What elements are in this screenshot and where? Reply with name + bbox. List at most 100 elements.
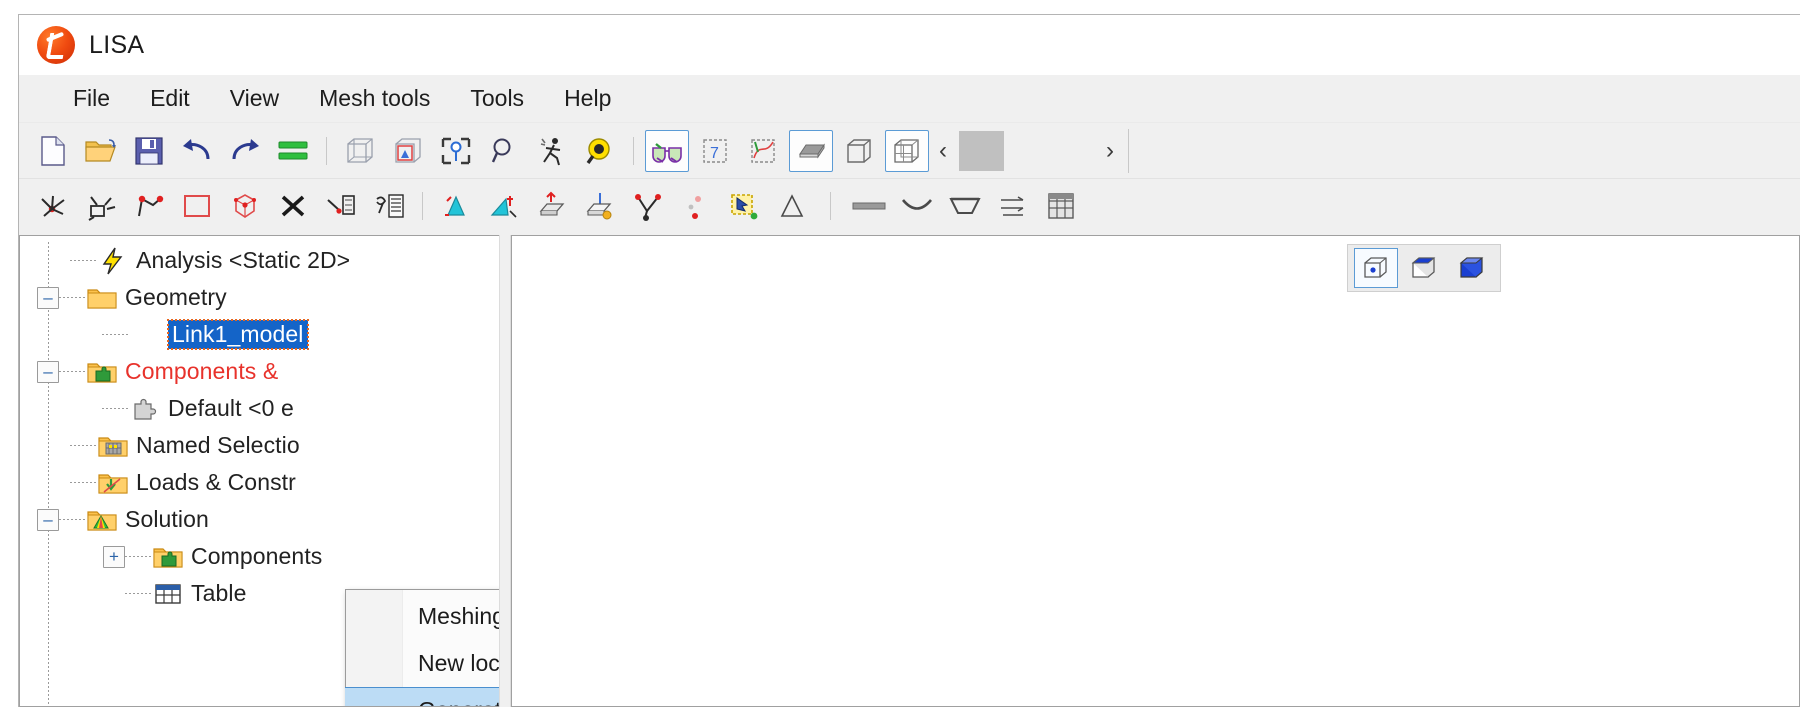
tree-context-menu[interactable]: Meshing parameters New local refinement … (345, 589, 499, 706)
extrude-icon[interactable] (319, 185, 363, 227)
tree-label-loads-constraints: Loads & Constr (136, 469, 296, 495)
model-tree: Analysis <Static 2D> – Geometry Link1_mo… (20, 236, 499, 706)
glasses-icon[interactable] (645, 129, 689, 172)
rect-points-icon[interactable] (79, 185, 123, 227)
cube-mesh-icon[interactable] (885, 129, 929, 172)
pressure-load-icon[interactable] (530, 185, 574, 227)
view-mode-toolbar (1347, 244, 1501, 292)
puzzle-icon (128, 395, 162, 423)
redo-arrow-icon[interactable] (223, 130, 267, 172)
constraint-triangle-icon[interactable] (434, 185, 478, 227)
tree-item-loads-constraints[interactable]: Loads & Constr (20, 464, 499, 501)
magnifier-icon[interactable] (482, 130, 526, 172)
geometry-item-icon (128, 321, 162, 349)
cube-red-face-icon[interactable] (386, 130, 430, 172)
model-tree-panel[interactable]: Analysis <Static 2D> – Geometry Link1_mo… (19, 235, 499, 707)
tree-item-geometry[interactable]: – Geometry (20, 279, 499, 316)
menu-tools[interactable]: Tools (450, 81, 544, 116)
menu-edit[interactable]: Edit (130, 81, 210, 116)
tree-expander-solution-components[interactable]: + (103, 545, 125, 568)
new-file-icon[interactable] (31, 130, 75, 172)
sketch-7-icon[interactable]: 7 (693, 130, 737, 172)
solid-plate-icon[interactable] (789, 129, 833, 172)
select-region-icon[interactable] (722, 185, 766, 227)
lisa-application-window: LISA File Edit View Mesh tools Tools Hel… (18, 14, 1800, 707)
dots-small-icon[interactable] (674, 185, 718, 227)
primary-toolbar: 7 ‹ › (19, 123, 1800, 178)
green-lines-icon[interactable] (271, 130, 315, 172)
toolbar-prev-button[interactable]: ‹ (933, 138, 953, 163)
toolbar-end-divider (1128, 128, 1129, 173)
menu-view[interactable]: View (210, 81, 299, 116)
toolbar-separator (326, 136, 327, 165)
lisa-logo-icon (37, 26, 75, 64)
tree-label-link1-model: Link1_model (167, 319, 309, 350)
toolbar-next-button[interactable]: › (1100, 138, 1120, 163)
rectangle-icon[interactable] (175, 185, 219, 227)
toolbar-scroll-thumb[interactable] (959, 130, 1004, 171)
context-menu-item-generate-mesh[interactable]: Generate mesh (345, 687, 499, 706)
view-shaded-icon[interactable] (1450, 248, 1494, 288)
table-grid-icon[interactable] (1039, 185, 1083, 227)
context-menu-label-meshing-parameters: Meshing parameters (418, 603, 499, 629)
tree-item-components-materials[interactable]: – Components & (20, 353, 499, 390)
tree-label-named-selections: Named Selectio (136, 432, 300, 458)
node-pick-icon[interactable] (434, 130, 478, 172)
tree-item-analysis[interactable]: Analysis <Static 2D> (20, 242, 499, 279)
tree-item-link1-model[interactable]: Link1_model (20, 316, 499, 353)
walking-figure-icon[interactable] (530, 130, 574, 172)
point-star-icon[interactable] (31, 185, 75, 227)
constraint-arrow-icon[interactable] (482, 185, 526, 227)
triangle-outline-icon[interactable] (770, 185, 814, 227)
menu-mesh-tools[interactable]: Mesh tools (299, 81, 450, 116)
app-title: LISA (89, 30, 145, 59)
tree-item-named-selections[interactable]: Named Selectio (20, 427, 499, 464)
shell-deep-icon[interactable] (943, 185, 987, 227)
delete-x-icon[interactable] (271, 185, 315, 227)
context-menu-item-new-local-refinement[interactable]: New local refinement (346, 640, 499, 687)
folder-solution-icon (85, 506, 119, 534)
lightning-icon (96, 247, 130, 275)
panel-splitter[interactable] (499, 235, 511, 707)
save-disk-icon[interactable] (127, 130, 171, 172)
cube-outline-icon[interactable] (837, 130, 881, 172)
context-menu-item-meshing-parameters[interactable]: Meshing parameters (346, 593, 499, 640)
toolbar-overflow: ‹ › (933, 130, 1120, 171)
main-body: Analysis <Static 2D> – Geometry Link1_mo… (19, 233, 1800, 707)
menu-help[interactable]: Help (544, 81, 631, 116)
tree-expander-components[interactable]: – (37, 360, 59, 383)
wireframe-cube-icon[interactable] (338, 130, 382, 172)
node-connect-icon[interactable] (626, 185, 670, 227)
folder-icon (85, 284, 119, 312)
folder-components-icon (151, 543, 185, 571)
shell-curve-icon[interactable] (895, 185, 939, 227)
tree-label-solution-table: Table (191, 580, 247, 606)
view-wireframe-icon[interactable] (1354, 248, 1398, 288)
force-load-icon[interactable] (578, 185, 622, 227)
context-menu-label-new-local-refinement: New local refinement (418, 650, 499, 676)
undo-arrow-icon[interactable] (175, 130, 219, 172)
svg-text:7: 7 (710, 145, 719, 162)
open-folder-icon[interactable] (79, 130, 123, 172)
dimension-icon[interactable] (991, 185, 1035, 227)
tree-item-solution[interactable]: – Solution (20, 501, 499, 538)
menu-file[interactable]: File (53, 81, 130, 116)
toolbar2-separator-2 (830, 192, 831, 220)
tree-item-solution-components[interactable]: + Components (20, 538, 499, 575)
toolbar2-separator (422, 192, 423, 220)
toolbar-separator-2 (633, 136, 634, 165)
tree-label-solution: Solution (125, 506, 209, 532)
zoom-fit-icon[interactable] (578, 130, 622, 172)
polyline-points-icon[interactable] (127, 185, 171, 227)
view-hidden-line-icon[interactable] (1402, 248, 1446, 288)
list-edit-icon[interactable] (367, 185, 411, 227)
tree-expander-solution[interactable]: – (37, 508, 59, 531)
model-viewport[interactable] (511, 235, 1800, 707)
tree-item-default-component[interactable]: Default <0 e (20, 390, 499, 427)
sketch-curve-icon[interactable] (741, 130, 785, 172)
tree-expander-geometry[interactable]: – (37, 286, 59, 309)
beam-bar-icon[interactable] (847, 185, 891, 227)
solid-red-cube-icon[interactable] (223, 185, 267, 227)
folder-components-icon (85, 358, 119, 386)
folder-loads-icon (96, 469, 130, 497)
